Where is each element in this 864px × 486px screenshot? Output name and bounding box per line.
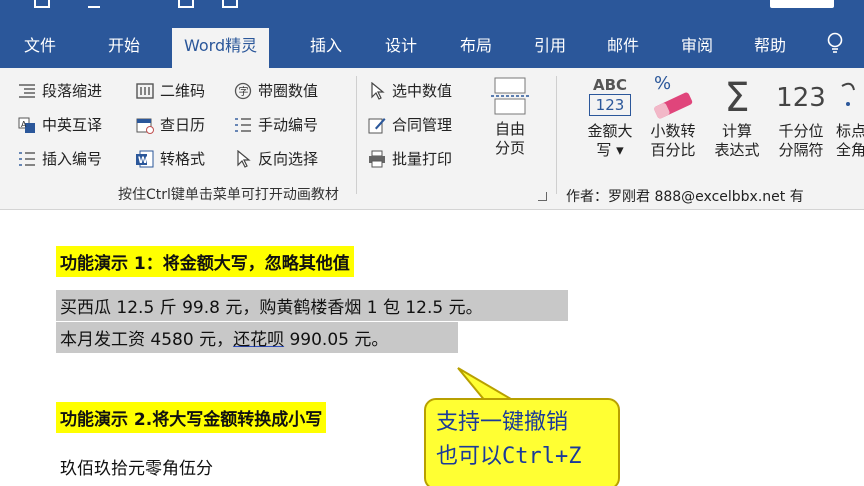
tip-line-2: 也可以Ctrl+Z	[436, 444, 582, 469]
calendar-button[interactable]: 查日历	[136, 114, 205, 135]
ribbon-tab-bar: 文件 开始 Word精灵 插入 设计 布局 引用 邮件 审阅 帮助	[0, 22, 864, 68]
spellcheck-underlined-text: 还花呗	[233, 330, 285, 350]
circled-number-label: 带圈数值	[258, 82, 319, 100]
convert-format-button[interactable]: W 转格式	[136, 148, 205, 169]
amount-text: 990.05 元。	[284, 330, 389, 350]
tab-home[interactable]: 开始	[108, 32, 140, 56]
ribbon-separator	[556, 76, 557, 194]
contract-edit-icon	[368, 117, 386, 133]
ribbon-separator	[356, 76, 357, 194]
punctuation-icon	[836, 76, 864, 120]
calendar-label: 查日历	[160, 116, 206, 134]
select-numbers-button[interactable]: 选中数值	[368, 80, 452, 101]
undo-icon[interactable]	[88, 0, 100, 8]
123-box-icon-text: 123	[589, 94, 631, 116]
indent-icon	[19, 83, 35, 98]
amount-uppercase-label: 金额大 写 ▾	[587, 122, 633, 159]
ribbon-panel: 段落缩进 A 中英互译 插入编号 二维码 查日历 W 转格式 字 带圈数值 手动…	[0, 68, 864, 210]
abc-icon-text: ABC	[592, 76, 628, 94]
translate-label: 中英互译	[42, 116, 103, 134]
tab-mailings[interactable]: 邮件	[607, 32, 639, 56]
author-info: 作者：罗刚君 888@excelbbx.net 有	[566, 189, 804, 205]
calendar-icon	[136, 118, 154, 134]
salary-text: 本月发工资 4580 元，	[60, 330, 234, 350]
selected-text-line-1[interactable]: 买西瓜 12.5 斤 99.8 元，购黄鹤楼香烟 1 包 12.5 元。	[56, 290, 568, 321]
lightbulb-icon[interactable]	[826, 32, 844, 54]
svg-text:W: W	[138, 156, 148, 166]
manual-list-icon	[235, 117, 251, 132]
demo1-heading: 功能演示 1：将金额大写，忽略其他值	[56, 246, 354, 277]
convert-format-label: 转格式	[160, 150, 206, 168]
reverse-select-label: 反向选择	[258, 150, 319, 168]
punctuation-fullwidth-button[interactable]: 标点 全角	[836, 76, 864, 160]
new-doc-icon[interactable]	[178, 0, 194, 8]
qrcode-icon	[136, 82, 154, 99]
print-preview-icon[interactable]	[222, 0, 238, 8]
decimal-to-percent-button[interactable]: % 小数转 百分比	[644, 74, 702, 160]
tab-insert[interactable]: 插入	[310, 32, 342, 56]
login-button[interactable]	[770, 0, 834, 8]
paragraph-indent-button[interactable]: 段落缩进	[18, 80, 102, 101]
page-break-icon	[491, 77, 529, 115]
manual-numbering-button[interactable]: 手动编号	[234, 114, 318, 135]
reverse-select-button[interactable]: 反向选择	[234, 148, 318, 169]
eraser-percent-icon: %	[650, 74, 696, 120]
abc-123-icon: ABC 123	[589, 76, 631, 120]
cursor-arrow-icon	[237, 149, 251, 168]
tab-layout[interactable]: 布局	[460, 32, 492, 56]
sigma-icon: Σ	[724, 75, 750, 121]
tab-file[interactable]: 文件	[24, 32, 56, 56]
contract-manage-label: 合同管理	[392, 116, 453, 134]
tab-references[interactable]: 引用	[534, 32, 566, 56]
thousand-separator-button[interactable]: 123 千分位 分隔符	[772, 76, 830, 160]
group-launcher-icon[interactable]	[538, 192, 547, 201]
insert-numbering-label: 插入编号	[42, 150, 103, 168]
free-pagination-label: 自由 分页	[494, 120, 525, 157]
tab-design[interactable]: 设计	[385, 32, 417, 56]
printer-icon	[369, 150, 385, 167]
svg-text:字: 字	[239, 85, 249, 98]
numbering-icon	[19, 151, 35, 166]
word-doc-icon: W	[136, 150, 154, 167]
punctuation-fullwidth-label: 标点 全角	[836, 122, 864, 159]
save-icon[interactable]	[34, 0, 50, 8]
demo2-heading: 功能演示 2.将大写金额转换成小写	[56, 402, 327, 433]
qrcode-button[interactable]: 二维码	[136, 80, 205, 101]
batch-print-label: 批量打印	[392, 150, 453, 168]
svg-text:A: A	[21, 120, 27, 129]
amount-uppercase-button[interactable]: ABC 123 金额大 写 ▾	[578, 76, 642, 160]
tab-review[interactable]: 审阅	[681, 32, 713, 56]
tip-line-1: 支持一键撤销	[436, 410, 569, 435]
calc-expression-button[interactable]: Σ 计算 表达式	[708, 76, 766, 160]
circled-number-button[interactable]: 字 带圈数值	[234, 80, 318, 101]
tab-word-jingling[interactable]: Word精灵	[172, 28, 270, 68]
free-pagination-button[interactable]: 自由 分页	[488, 76, 532, 158]
number-format-icon: 123	[776, 83, 826, 113]
select-numbers-label: 选中数值	[392, 82, 453, 100]
contract-manage-button[interactable]: 合同管理	[368, 114, 452, 135]
manual-numbering-label: 手动编号	[258, 116, 319, 134]
translate-icon: A	[18, 117, 35, 133]
decimal-to-percent-label: 小数转 百分比	[650, 122, 696, 159]
paragraph-indent-label: 段落缩进	[42, 82, 103, 100]
tip-callout-text: 支持一键撤销 也可以Ctrl+Z	[436, 406, 581, 474]
uppercase-amount-text[interactable]: 玖佰玖拾元零角伍分	[60, 454, 213, 479]
batch-print-button[interactable]: 批量打印	[368, 148, 452, 169]
insert-numbering-button[interactable]: 插入编号	[18, 148, 102, 169]
thousand-separator-label: 千分位 分隔符	[778, 122, 824, 159]
select-cursor-icon	[371, 81, 385, 100]
circled-char-icon: 字	[234, 82, 252, 99]
translate-button[interactable]: A 中英互译	[18, 114, 102, 135]
ribbon-group-hint: 按住Ctrl键单击菜单可打开动画教材	[118, 187, 339, 203]
title-bar	[0, 0, 864, 22]
calc-expression-label: 计算 表达式	[714, 122, 760, 159]
qrcode-label: 二维码	[160, 82, 206, 100]
tab-help[interactable]: 帮助	[754, 32, 786, 56]
selected-text-line-2[interactable]: 本月发工资 4580 元，还花呗 990.05 元。	[56, 322, 458, 353]
